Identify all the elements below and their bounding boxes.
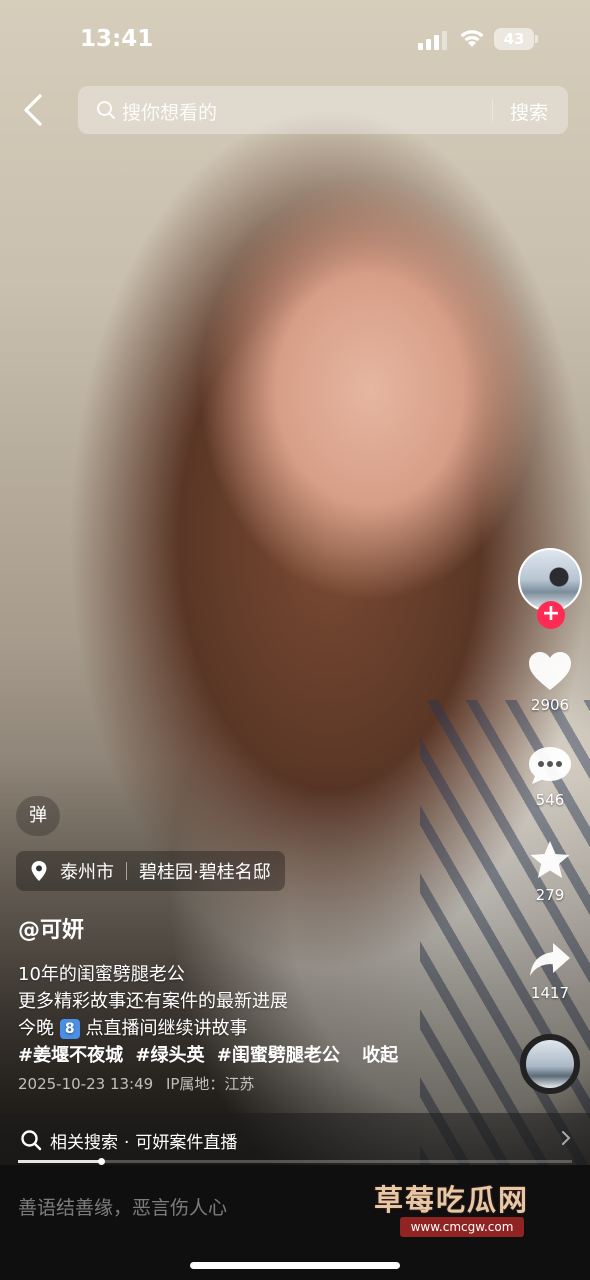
video-progress-handle[interactable]: [98, 1158, 105, 1165]
comment-input[interactable]: 善语结善缘，恶言伤人心: [18, 1193, 227, 1220]
battery-indicator: 43: [494, 28, 538, 50]
hashtag-link[interactable]: #绿头英: [135, 1045, 204, 1066]
caption-line-3: 今晚 8 点直播间继续讲故事: [18, 1014, 247, 1040]
search-divider: [492, 99, 493, 121]
related-search-bar[interactable]: 相关搜索 · 可妍案件直播: [0, 1113, 590, 1165]
caption-line-2: 更多精彩故事还有案件的最新进展: [18, 991, 288, 1012]
keycap-eight-emoji: 8: [59, 1019, 80, 1039]
caption-line-3-suffix: 点直播间继续讲故事: [85, 1018, 248, 1039]
location-place: 碧桂园·碧桂名邸: [139, 862, 271, 883]
cellular-signal-icon: [418, 31, 447, 50]
comment-count: 546: [535, 791, 565, 809]
post-meta: 2025-10-23 13:49 IP属地：江苏: [18, 1073, 254, 1094]
danmaku-toggle-button[interactable]: 弹: [16, 796, 60, 836]
battery-level: 43: [503, 30, 525, 48]
share-button[interactable]: 1417: [515, 940, 585, 1002]
hashtag-link[interactable]: #闺蜜劈腿老公: [217, 1045, 340, 1066]
video-progress-bar[interactable]: [18, 1158, 572, 1165]
video-progress-fill: [18, 1160, 101, 1163]
back-icon[interactable]: [18, 92, 50, 128]
share-arrow-icon: [530, 943, 570, 976]
follow-button[interactable]: +: [537, 601, 565, 629]
search-button[interactable]: 搜索: [510, 98, 548, 125]
music-disc-icon[interactable]: [520, 1034, 580, 1094]
search-bar[interactable]: 搜你想看的 搜索: [78, 86, 568, 134]
comment-icon: [529, 747, 571, 784]
like-count: 2906: [530, 696, 570, 714]
search-icon: [97, 101, 115, 119]
heart-icon: [529, 652, 571, 690]
watermark-url: www.cmcgw.com: [400, 1217, 524, 1237]
caption-line-1: 10年的闺蜜劈腿老公: [18, 964, 185, 985]
comment-bar: 善语结善缘，恶言伤人心 草莓吃瓜网 www.cmcgw.com: [0, 1165, 590, 1280]
related-search-label: 相关搜索: [50, 1133, 118, 1153]
search-input[interactable]: 搜你想看的: [122, 98, 217, 125]
battery-cap: [535, 35, 538, 43]
status-bar: 13:41 43: [0, 0, 590, 80]
author-name[interactable]: @可妍: [18, 912, 84, 944]
comment-button[interactable]: 546: [515, 745, 585, 809]
chevron-right-icon: [562, 1131, 571, 1145]
watermark-logo: 草莓吃瓜网: [374, 1183, 530, 1217]
share-count: 1417: [530, 984, 570, 1002]
wifi-icon: [460, 30, 484, 47]
location-pin-icon: [31, 861, 47, 881]
status-time: 13:41: [80, 26, 154, 52]
location-separator: [126, 862, 127, 880]
related-search-text: 相关搜索 · 可妍案件直播: [50, 1128, 237, 1153]
hashtag-list: #姜堰不夜城 #绿头英 #闺蜜劈腿老公 收起: [18, 1041, 398, 1067]
collapse-button[interactable]: 收起: [362, 1045, 398, 1066]
favorite-button[interactable]: 279: [515, 840, 585, 904]
post-date: 2025-10-23 13:49: [18, 1075, 154, 1093]
like-button[interactable]: 2906: [515, 650, 585, 714]
related-search-separator: ·: [124, 1133, 130, 1153]
star-icon: [530, 841, 570, 878]
location-city: 泰州市: [60, 862, 114, 883]
caption-line-3-prefix: 今晚: [18, 1018, 54, 1039]
hashtag-link[interactable]: #姜堰不夜城: [18, 1045, 123, 1066]
ip-location: IP属地：江苏: [165, 1075, 255, 1093]
related-search-query: 可妍案件直播: [135, 1133, 238, 1153]
home-indicator[interactable]: [190, 1262, 400, 1269]
search-icon: [21, 1130, 42, 1151]
favorite-count: 279: [535, 886, 565, 904]
location-tag[interactable]: 泰州市 碧桂园·碧桂名邸: [16, 851, 285, 891]
